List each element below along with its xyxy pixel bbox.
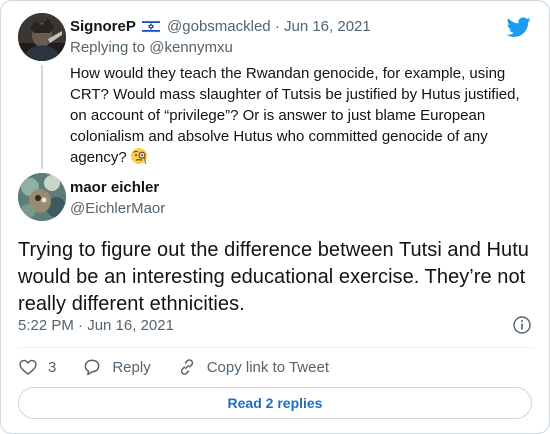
parent-tweet-text-block: How would they teach the Rwandan genocid…: [70, 63, 530, 168]
heart-icon: [19, 359, 37, 375]
read-replies-button[interactable]: Read 2 replies: [18, 387, 532, 419]
divider: [18, 347, 532, 348]
copy-link-button[interactable]: Copy link to Tweet: [177, 357, 329, 377]
info-icon[interactable]: [512, 315, 532, 335]
copy-link-label: Copy link to Tweet: [206, 358, 329, 376]
reply-tweet-text: Trying to figure out the difference betw…: [18, 239, 529, 315]
reply-avatar[interactable]: [18, 173, 66, 221]
parent-avatar[interactable]: [18, 13, 66, 61]
reply-label: Reply: [112, 358, 151, 376]
israel-flag-icon: [141, 20, 160, 33]
tweet-actions-bar: 3 Reply Copy link to Tweet: [18, 356, 355, 378]
parent-handle[interactable]: @gobsmackled: [167, 18, 271, 35]
thread-connector-line: [41, 65, 43, 169]
parent-header: SignoreP @gobsmackled · Jun 16, 2021: [70, 17, 371, 37]
reply-handle[interactable]: @EichlerMaor: [70, 199, 165, 219]
parent-display-name[interactable]: SignoreP: [70, 18, 136, 35]
tweet-embed-card: SignoreP @gobsmackled · Jun 16, 2021 Rep…: [0, 0, 550, 434]
replying-to-line: Replying to @kennymxu: [70, 38, 233, 58]
parent-date[interactable]: Jun 16, 2021: [284, 18, 371, 35]
reply-display-name[interactable]: maor eichler: [70, 178, 159, 198]
face-with-monocle-icon: [130, 148, 147, 165]
like-button[interactable]: 3: [18, 357, 56, 377]
replying-to-mention[interactable]: @kennymxu: [149, 39, 233, 56]
replying-to-prefix: Replying to: [70, 39, 146, 56]
reply-timestamp[interactable]: 5:22 PM · Jun 16, 2021: [18, 316, 174, 336]
reply-button[interactable]: Reply: [82, 357, 151, 377]
link-icon: [180, 359, 193, 375]
reply-bubble-icon: [84, 359, 100, 376]
header-separator: ·: [274, 18, 280, 35]
parent-avatar-image: [18, 13, 66, 61]
reply-avatar-image: [18, 173, 66, 221]
twitter-bird-icon[interactable]: [507, 15, 531, 39]
like-count: 3: [48, 358, 57, 376]
